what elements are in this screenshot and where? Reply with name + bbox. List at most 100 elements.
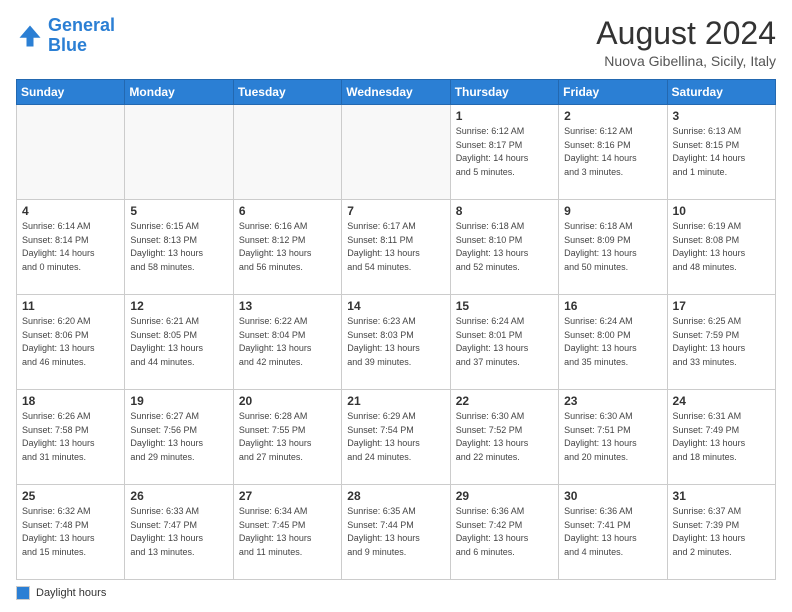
day-info: Sunrise: 6:23 AM Sunset: 8:03 PM Dayligh…	[347, 315, 444, 369]
table-row: 27 Sunrise: 6:34 AM Sunset: 7:45 PM Dayli…	[233, 485, 341, 580]
table-row	[125, 105, 233, 200]
day-number: 7	[347, 204, 444, 218]
col-friday: Friday	[559, 80, 667, 105]
day-info: Sunrise: 6:12 AM Sunset: 8:16 PM Dayligh…	[564, 125, 661, 179]
day-number: 26	[130, 489, 227, 503]
table-row: 17 Sunrise: 6:25 AM Sunset: 7:59 PM Dayli…	[667, 295, 775, 390]
day-number: 24	[673, 394, 770, 408]
table-row	[17, 105, 125, 200]
calendar-table: Sunday Monday Tuesday Wednesday Thursday…	[16, 79, 776, 580]
table-row: 19 Sunrise: 6:27 AM Sunset: 7:56 PM Dayli…	[125, 390, 233, 485]
day-number: 30	[564, 489, 661, 503]
table-row: 5Sunrise: 6:15 AM Sunset: 8:13 PM Daylig…	[125, 200, 233, 295]
page: General Blue August 2024 Nuova Gibellina…	[0, 0, 792, 612]
day-number: 1	[456, 109, 553, 123]
table-row	[233, 105, 341, 200]
table-row: 6Sunrise: 6:16 AM Sunset: 8:12 PM Daylig…	[233, 200, 341, 295]
title-area: August 2024 Nuova Gibellina, Sicily, Ita…	[596, 16, 776, 69]
day-info: Sunrise: 6:18 AM Sunset: 8:10 PM Dayligh…	[456, 220, 553, 274]
table-row: 28Sunrise: 6:35 AM Sunset: 7:44 PM Dayli…	[342, 485, 450, 580]
day-number: 15	[456, 299, 553, 313]
day-info: Sunrise: 6:21 AM Sunset: 8:05 PM Dayligh…	[130, 315, 227, 369]
header: General Blue August 2024 Nuova Gibellina…	[16, 16, 776, 69]
day-number: 4	[22, 204, 119, 218]
calendar-week-row: 4 Sunrise: 6:14 AM Sunset: 8:14 PM Daylig…	[17, 200, 776, 295]
day-info: Sunrise: 6:27 AM Sunset: 7:56 PM Dayligh…	[130, 410, 227, 464]
day-number: 10	[673, 204, 770, 218]
day-number: 2	[564, 109, 661, 123]
day-info: Sunrise: 6:36 AM Sunset: 7:41 PM Dayligh…	[564, 505, 661, 559]
day-info: Sunrise: 6:29 AM Sunset: 7:54 PM Dayligh…	[347, 410, 444, 464]
day-info: Sunrise: 6:22 AM Sunset: 8:04 PM Dayligh…	[239, 315, 336, 369]
day-info: Sunrise: 6:20 AM Sunset: 8:06 PM Dayligh…	[22, 315, 119, 369]
day-info: Sunrise: 6:28 AM Sunset: 7:55 PM Dayligh…	[239, 410, 336, 464]
day-number: 22	[456, 394, 553, 408]
table-row: 25 Sunrise: 6:32 AM Sunset: 7:48 PM Dayli…	[17, 485, 125, 580]
col-sunday: Sunday	[17, 80, 125, 105]
table-row: 13 Sunrise: 6:22 AM Sunset: 8:04 PM Dayli…	[233, 295, 341, 390]
calendar-week-row: 1Sunrise: 6:12 AM Sunset: 8:17 PM Daylig…	[17, 105, 776, 200]
legend-label: Daylight hours	[36, 587, 106, 599]
calendar-week-row: 11 Sunrise: 6:20 AM Sunset: 8:06 PM Dayli…	[17, 295, 776, 390]
day-number: 20	[239, 394, 336, 408]
table-row: 15 Sunrise: 6:24 AM Sunset: 8:01 PM Dayli…	[450, 295, 558, 390]
day-number: 5	[130, 204, 227, 218]
day-number: 12	[130, 299, 227, 313]
col-thursday: Thursday	[450, 80, 558, 105]
day-number: 9	[564, 204, 661, 218]
day-number: 18	[22, 394, 119, 408]
day-info: Sunrise: 6:13 AM Sunset: 8:15 PM Dayligh…	[673, 125, 770, 179]
day-number: 27	[239, 489, 336, 503]
location: Nuova Gibellina, Sicily, Italy	[596, 53, 776, 69]
col-monday: Monday	[125, 80, 233, 105]
logo-icon	[16, 22, 44, 50]
day-info: Sunrise: 6:16 AM Sunset: 8:12 PM Dayligh…	[239, 220, 336, 274]
table-row: 11 Sunrise: 6:20 AM Sunset: 8:06 PM Dayli…	[17, 295, 125, 390]
day-info: Sunrise: 6:25 AM Sunset: 7:59 PM Dayligh…	[673, 315, 770, 369]
table-row: 14 Sunrise: 6:23 AM Sunset: 8:03 PM Dayli…	[342, 295, 450, 390]
calendar-header-row: Sunday Monday Tuesday Wednesday Thursday…	[17, 80, 776, 105]
day-number: 25	[22, 489, 119, 503]
day-info: Sunrise: 6:14 AM Sunset: 8:14 PM Dayligh…	[22, 220, 119, 274]
table-row: 24 Sunrise: 6:31 AM Sunset: 7:49 PM Dayli…	[667, 390, 775, 485]
day-number: 13	[239, 299, 336, 313]
day-number: 16	[564, 299, 661, 313]
table-row: 29 Sunrise: 6:36 AM Sunset: 7:42 PM Dayli…	[450, 485, 558, 580]
day-number: 29	[456, 489, 553, 503]
day-number: 11	[22, 299, 119, 313]
table-row: 18 Sunrise: 6:26 AM Sunset: 7:58 PM Dayli…	[17, 390, 125, 485]
table-row: 16Sunrise: 6:24 AM Sunset: 8:00 PM Dayli…	[559, 295, 667, 390]
day-info: Sunrise: 6:24 AM Sunset: 8:01 PM Dayligh…	[456, 315, 553, 369]
day-number: 17	[673, 299, 770, 313]
day-info: Sunrise: 6:32 AM Sunset: 7:48 PM Dayligh…	[22, 505, 119, 559]
table-row: 8Sunrise: 6:18 AM Sunset: 8:10 PM Daylig…	[450, 200, 558, 295]
table-row	[342, 105, 450, 200]
table-row: 31Sunrise: 6:37 AM Sunset: 7:39 PM Dayli…	[667, 485, 775, 580]
table-row: 12 Sunrise: 6:21 AM Sunset: 8:05 PM Dayli…	[125, 295, 233, 390]
table-row: 30 Sunrise: 6:36 AM Sunset: 7:41 PM Dayli…	[559, 485, 667, 580]
day-info: Sunrise: 6:37 AM Sunset: 7:39 PM Dayligh…	[673, 505, 770, 559]
day-info: Sunrise: 6:36 AM Sunset: 7:42 PM Dayligh…	[456, 505, 553, 559]
table-row: 21Sunrise: 6:29 AM Sunset: 7:54 PM Dayli…	[342, 390, 450, 485]
day-info: Sunrise: 6:33 AM Sunset: 7:47 PM Dayligh…	[130, 505, 227, 559]
calendar-week-row: 25 Sunrise: 6:32 AM Sunset: 7:48 PM Dayli…	[17, 485, 776, 580]
table-row: 3 Sunrise: 6:13 AM Sunset: 8:15 PM Daylig…	[667, 105, 775, 200]
table-row: 1Sunrise: 6:12 AM Sunset: 8:17 PM Daylig…	[450, 105, 558, 200]
day-number: 19	[130, 394, 227, 408]
table-row: 7Sunrise: 6:17 AM Sunset: 8:11 PM Daylig…	[342, 200, 450, 295]
table-row: 10Sunrise: 6:19 AM Sunset: 8:08 PM Dayli…	[667, 200, 775, 295]
col-wednesday: Wednesday	[342, 80, 450, 105]
table-row: 2 Sunrise: 6:12 AM Sunset: 8:16 PM Daylig…	[559, 105, 667, 200]
day-info: Sunrise: 6:30 AM Sunset: 7:51 PM Dayligh…	[564, 410, 661, 464]
table-row: 9Sunrise: 6:18 AM Sunset: 8:09 PM Daylig…	[559, 200, 667, 295]
col-saturday: Saturday	[667, 80, 775, 105]
day-info: Sunrise: 6:26 AM Sunset: 7:58 PM Dayligh…	[22, 410, 119, 464]
table-row: 26 Sunrise: 6:33 AM Sunset: 7:47 PM Dayli…	[125, 485, 233, 580]
calendar-week-row: 18 Sunrise: 6:26 AM Sunset: 7:58 PM Dayli…	[17, 390, 776, 485]
logo: General Blue	[16, 16, 115, 56]
day-number: 3	[673, 109, 770, 123]
legend-box	[16, 586, 30, 600]
day-number: 14	[347, 299, 444, 313]
day-info: Sunrise: 6:34 AM Sunset: 7:45 PM Dayligh…	[239, 505, 336, 559]
day-info: Sunrise: 6:31 AM Sunset: 7:49 PM Dayligh…	[673, 410, 770, 464]
